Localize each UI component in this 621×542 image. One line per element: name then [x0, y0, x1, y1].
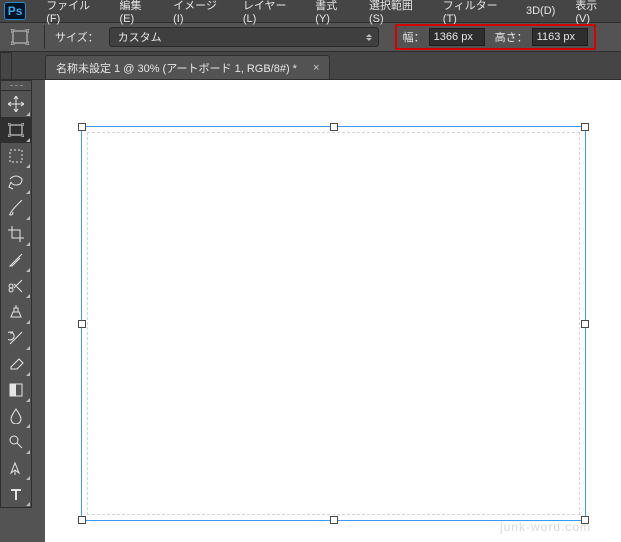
eyedropper-tool[interactable] [1, 247, 31, 273]
watermark-text: junk-word.com [500, 520, 591, 534]
menu-item-image[interactable]: イメージ(I) [165, 0, 231, 28]
resize-handle-bl[interactable] [78, 516, 86, 524]
height-label: 高さ： [495, 29, 528, 45]
type-tool[interactable] [1, 481, 31, 507]
artboard-selection[interactable] [81, 126, 586, 521]
lasso-tool[interactable] [1, 169, 31, 195]
resize-handle-tc[interactable] [330, 123, 338, 131]
brush-tool[interactable] [1, 195, 31, 221]
dimensions-highlight: 幅： 1366 px 高さ： 1163 px [395, 24, 596, 50]
canvas-area[interactable]: junk-word.com [45, 80, 621, 542]
artboard-tool-icon [6, 27, 34, 47]
app-logo: Ps [4, 2, 26, 20]
marquee-tool[interactable] [1, 143, 31, 169]
menu-item-file[interactable]: ファイル(F) [38, 0, 107, 28]
palette-grip[interactable] [1, 81, 31, 91]
artboard-tool[interactable] [1, 117, 31, 143]
resize-handle-tr[interactable] [581, 123, 589, 131]
history-brush-tool[interactable] [1, 325, 31, 351]
document-tab[interactable]: 名称未設定 1 @ 30% (アートボード 1, RGB/8#) * × [45, 55, 330, 79]
width-label: 幅： [403, 29, 425, 45]
menu-item-edit[interactable]: 編集(E) [111, 0, 161, 28]
separator [44, 25, 45, 49]
menu-bar: Ps ファイル(F) 編集(E) イメージ(I) レイヤー(L) 書式(Y) 選… [0, 0, 621, 22]
eraser-tool[interactable] [1, 351, 31, 377]
menu-item-layer[interactable]: レイヤー(L) [235, 0, 303, 28]
blur-tool[interactable] [1, 403, 31, 429]
width-input[interactable]: 1366 px [429, 28, 485, 46]
size-label: サイズ： [55, 29, 99, 45]
tool-palette [0, 80, 32, 508]
dropdown-caret-icon [366, 34, 372, 41]
document-tab-strip: 名称未設定 1 @ 30% (アートボード 1, RGB/8#) * × [0, 52, 621, 80]
size-value: カスタム [118, 29, 162, 45]
document-tab-title: 名称未設定 1 @ 30% (アートボード 1, RGB/8#) * [56, 60, 297, 76]
tab-close-button[interactable]: × [309, 62, 323, 74]
scissors-tool[interactable] [1, 273, 31, 299]
gradient-tool[interactable] [1, 377, 31, 403]
menu-item-type[interactable]: 書式(Y) [307, 0, 357, 28]
move-tool[interactable] [1, 91, 31, 117]
menu-item-3d[interactable]: 3D(D) [518, 2, 563, 20]
panel-dock-handle[interactable] [0, 52, 12, 80]
resize-handle-mr[interactable] [581, 320, 589, 328]
resize-handle-tl[interactable] [78, 123, 86, 131]
artboard-inner-guide [87, 132, 580, 515]
dodge-tool[interactable] [1, 429, 31, 455]
crop-tool[interactable] [1, 221, 31, 247]
resize-handle-bc[interactable] [330, 516, 338, 524]
pen-tool[interactable] [1, 455, 31, 481]
size-dropdown[interactable]: カスタム [109, 27, 379, 47]
height-input[interactable]: 1163 px [532, 28, 588, 46]
resize-handle-ml[interactable] [78, 320, 86, 328]
clone-stamp-tool[interactable] [1, 299, 31, 325]
